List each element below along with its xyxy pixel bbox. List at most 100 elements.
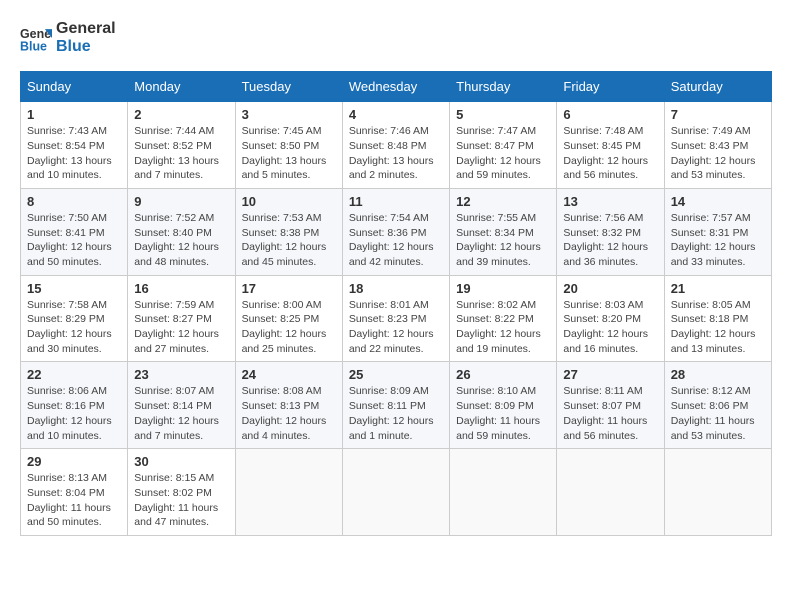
day-info: Sunrise: 7:48 AM Sunset: 8:45 PM Dayligh…	[563, 124, 657, 183]
calendar-day-cell: 25 Sunrise: 8:09 AM Sunset: 8:11 PM Dayli…	[342, 362, 449, 449]
day-info: Sunrise: 7:45 AM Sunset: 8:50 PM Dayligh…	[242, 124, 336, 183]
calendar-day-cell: 26Sunrise: 8:10 AM Sunset: 8:09 PM Dayli…	[450, 362, 557, 449]
calendar-day-cell: 4 Sunrise: 7:46 AM Sunset: 8:48 PM Daylig…	[342, 102, 449, 189]
calendar-day-cell: 28 Sunrise: 8:12 AM Sunset: 8:06 PM Dayli…	[664, 362, 771, 449]
day-number: 8	[27, 194, 121, 209]
calendar-day-cell: 17Sunrise: 8:00 AM Sunset: 8:25 PM Dayli…	[235, 275, 342, 362]
calendar-day-cell	[557, 449, 664, 536]
day-info: Sunrise: 7:46 AM Sunset: 8:48 PM Dayligh…	[349, 124, 443, 183]
calendar-week-row: 1Sunrise: 7:43 AM Sunset: 8:54 PM Daylig…	[21, 102, 772, 189]
calendar-header-row: SundayMondayTuesdayWednesdayThursdayFrid…	[21, 72, 772, 102]
calendar-day-cell: 1Sunrise: 7:43 AM Sunset: 8:54 PM Daylig…	[21, 102, 128, 189]
day-number: 25	[349, 367, 443, 382]
day-number: 18	[349, 281, 443, 296]
day-number: 22	[27, 367, 121, 382]
day-number: 2	[134, 107, 228, 122]
calendar-day-cell	[664, 449, 771, 536]
calendar-week-row: 22 Sunrise: 8:06 AM Sunset: 8:16 PM Dayli…	[21, 362, 772, 449]
calendar-day-cell: 2Sunrise: 7:44 AM Sunset: 8:52 PM Daylig…	[128, 102, 235, 189]
day-number: 10	[242, 194, 336, 209]
calendar-day-cell: 24Sunrise: 8:08 AM Sunset: 8:13 PM Dayli…	[235, 362, 342, 449]
day-number: 5	[456, 107, 550, 122]
calendar-day-cell: 14Sunrise: 7:57 AM Sunset: 8:31 PM Dayli…	[664, 188, 771, 275]
day-info: Sunrise: 8:01 AM Sunset: 8:23 PM Dayligh…	[349, 298, 443, 357]
calendar-day-cell: 15 Sunrise: 7:58 AM Sunset: 8:29 PM Dayli…	[21, 275, 128, 362]
day-number: 16	[134, 281, 228, 296]
calendar-day-cell: 29 Sunrise: 8:13 AM Sunset: 8:04 PM Dayli…	[21, 449, 128, 536]
calendar-day-cell: 18 Sunrise: 8:01 AM Sunset: 8:23 PM Dayli…	[342, 275, 449, 362]
calendar-col-header: Wednesday	[342, 72, 449, 102]
day-number: 15	[27, 281, 121, 296]
calendar-day-cell: 22 Sunrise: 8:06 AM Sunset: 8:16 PM Dayli…	[21, 362, 128, 449]
day-number: 19	[456, 281, 550, 296]
calendar-day-cell: 16 Sunrise: 7:59 AM Sunset: 8:27 PM Dayli…	[128, 275, 235, 362]
day-info: Sunrise: 7:55 AM Sunset: 8:34 PM Dayligh…	[456, 211, 550, 270]
day-number: 17	[242, 281, 336, 296]
day-info: Sunrise: 8:02 AM Sunset: 8:22 PM Dayligh…	[456, 298, 550, 357]
day-number: 9	[134, 194, 228, 209]
calendar-day-cell: 23 Sunrise: 8:07 AM Sunset: 8:14 PM Dayli…	[128, 362, 235, 449]
calendar-day-cell: 27Sunrise: 8:11 AM Sunset: 8:07 PM Dayli…	[557, 362, 664, 449]
day-info: Sunrise: 7:54 AM Sunset: 8:36 PM Dayligh…	[349, 211, 443, 270]
day-number: 21	[671, 281, 765, 296]
day-number: 3	[242, 107, 336, 122]
calendar-day-cell: 9 Sunrise: 7:52 AM Sunset: 8:40 PM Daylig…	[128, 188, 235, 275]
calendar-day-cell: 5 Sunrise: 7:47 AM Sunset: 8:47 PM Daylig…	[450, 102, 557, 189]
day-number: 4	[349, 107, 443, 122]
calendar-day-cell: 30Sunrise: 8:15 AM Sunset: 8:02 PM Dayli…	[128, 449, 235, 536]
calendar-day-cell: 12 Sunrise: 7:55 AM Sunset: 8:34 PM Dayli…	[450, 188, 557, 275]
day-info: Sunrise: 8:03 AM Sunset: 8:20 PM Dayligh…	[563, 298, 657, 357]
day-info: Sunrise: 8:07 AM Sunset: 8:14 PM Dayligh…	[134, 384, 228, 443]
logo: General Blue General Blue	[20, 20, 116, 55]
day-number: 13	[563, 194, 657, 209]
day-number: 11	[349, 194, 443, 209]
day-number: 24	[242, 367, 336, 382]
day-info: Sunrise: 8:06 AM Sunset: 8:16 PM Dayligh…	[27, 384, 121, 443]
calendar-day-cell	[450, 449, 557, 536]
calendar-day-cell: 10 Sunrise: 7:53 AM Sunset: 8:38 PM Dayli…	[235, 188, 342, 275]
calendar-day-cell	[235, 449, 342, 536]
day-number: 28	[671, 367, 765, 382]
day-number: 12	[456, 194, 550, 209]
logo-icon: General Blue	[20, 22, 52, 54]
day-number: 23	[134, 367, 228, 382]
day-number: 6	[563, 107, 657, 122]
calendar-day-cell	[342, 449, 449, 536]
day-info: Sunrise: 7:43 AM Sunset: 8:54 PM Dayligh…	[27, 124, 121, 183]
day-info: Sunrise: 7:47 AM Sunset: 8:47 PM Dayligh…	[456, 124, 550, 183]
page-header: General Blue General Blue	[20, 20, 772, 55]
day-number: 30	[134, 454, 228, 469]
day-info: Sunrise: 8:05 AM Sunset: 8:18 PM Dayligh…	[671, 298, 765, 357]
calendar-col-header: Sunday	[21, 72, 128, 102]
calendar-col-header: Monday	[128, 72, 235, 102]
day-number: 29	[27, 454, 121, 469]
day-info: Sunrise: 7:58 AM Sunset: 8:29 PM Dayligh…	[27, 298, 121, 357]
day-info: Sunrise: 8:11 AM Sunset: 8:07 PM Dayligh…	[563, 384, 657, 443]
calendar-day-cell: 11 Sunrise: 7:54 AM Sunset: 8:36 PM Dayli…	[342, 188, 449, 275]
day-info: Sunrise: 8:09 AM Sunset: 8:11 PM Dayligh…	[349, 384, 443, 443]
day-info: Sunrise: 7:52 AM Sunset: 8:40 PM Dayligh…	[134, 211, 228, 270]
day-info: Sunrise: 7:59 AM Sunset: 8:27 PM Dayligh…	[134, 298, 228, 357]
calendar-day-cell: 20Sunrise: 8:03 AM Sunset: 8:20 PM Dayli…	[557, 275, 664, 362]
calendar-day-cell: 8 Sunrise: 7:50 AM Sunset: 8:41 PM Daylig…	[21, 188, 128, 275]
calendar-table: SundayMondayTuesdayWednesdayThursdayFrid…	[20, 71, 772, 536]
calendar-col-header: Thursday	[450, 72, 557, 102]
calendar-day-cell: 19 Sunrise: 8:02 AM Sunset: 8:22 PM Dayli…	[450, 275, 557, 362]
day-info: Sunrise: 8:12 AM Sunset: 8:06 PM Dayligh…	[671, 384, 765, 443]
day-info: Sunrise: 7:49 AM Sunset: 8:43 PM Dayligh…	[671, 124, 765, 183]
day-info: Sunrise: 8:13 AM Sunset: 8:04 PM Dayligh…	[27, 471, 121, 530]
calendar-day-cell: 7 Sunrise: 7:49 AM Sunset: 8:43 PM Daylig…	[664, 102, 771, 189]
calendar-day-cell: 21 Sunrise: 8:05 AM Sunset: 8:18 PM Dayli…	[664, 275, 771, 362]
svg-text:Blue: Blue	[20, 39, 47, 53]
day-number: 7	[671, 107, 765, 122]
calendar-week-row: 8 Sunrise: 7:50 AM Sunset: 8:41 PM Daylig…	[21, 188, 772, 275]
day-number: 26	[456, 367, 550, 382]
day-info: Sunrise: 7:56 AM Sunset: 8:32 PM Dayligh…	[563, 211, 657, 270]
calendar-col-header: Friday	[557, 72, 664, 102]
calendar-col-header: Saturday	[664, 72, 771, 102]
day-number: 14	[671, 194, 765, 209]
day-info: Sunrise: 7:53 AM Sunset: 8:38 PM Dayligh…	[242, 211, 336, 270]
calendar-col-header: Tuesday	[235, 72, 342, 102]
calendar-week-row: 29 Sunrise: 8:13 AM Sunset: 8:04 PM Dayli…	[21, 449, 772, 536]
day-info: Sunrise: 7:50 AM Sunset: 8:41 PM Dayligh…	[27, 211, 121, 270]
